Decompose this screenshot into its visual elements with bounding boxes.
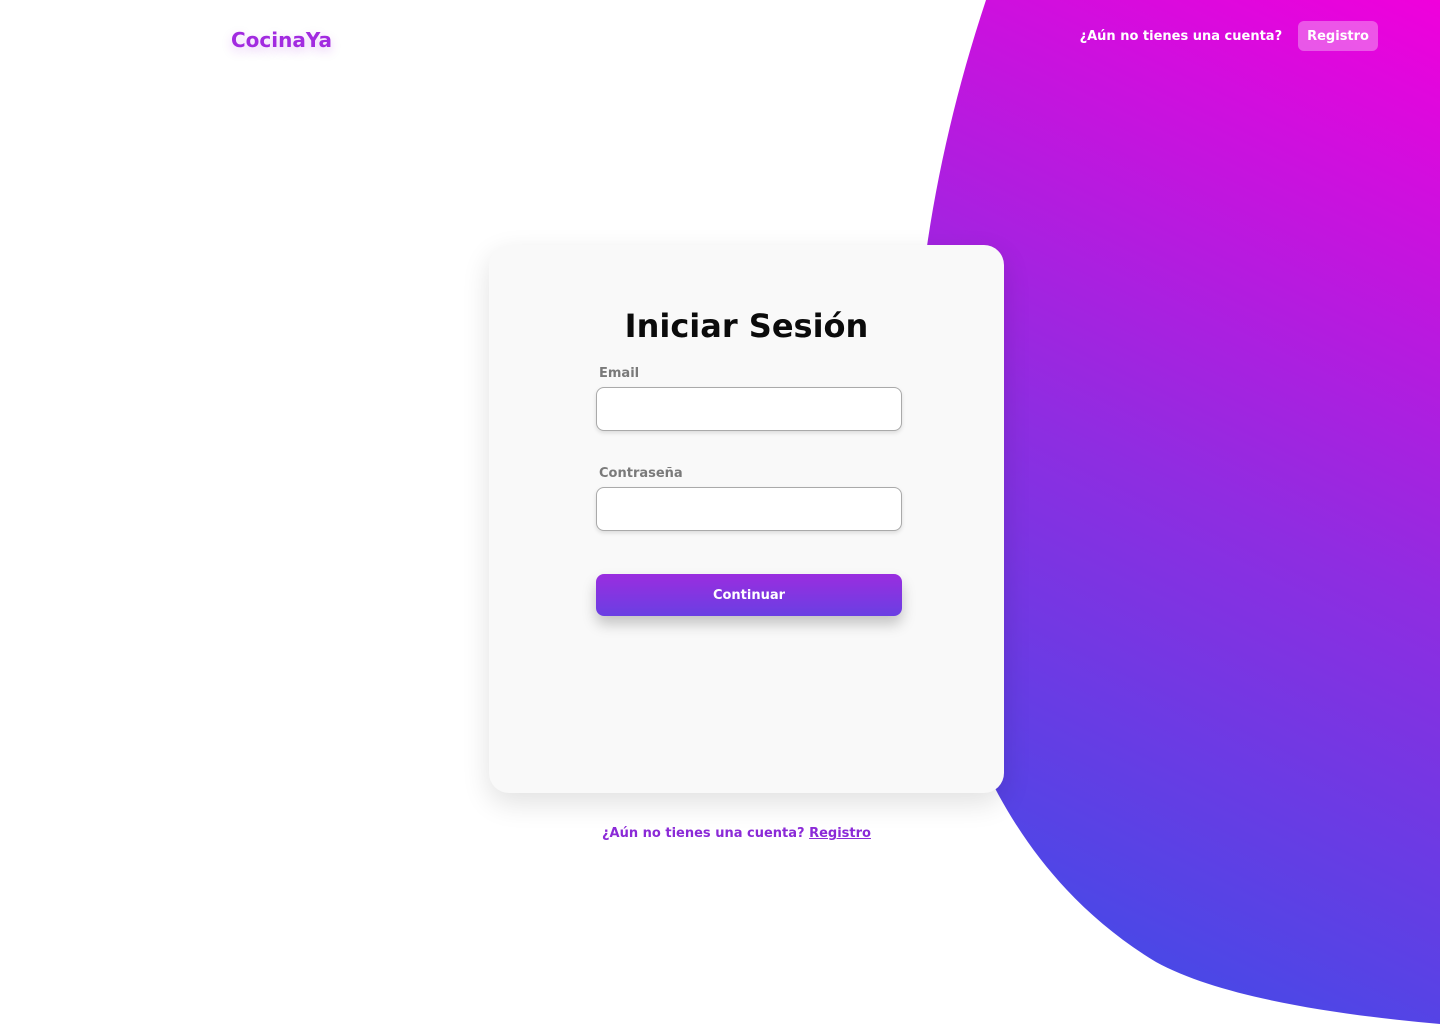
password-field[interactable] bbox=[596, 487, 902, 531]
bottom-register-link[interactable]: Registro bbox=[809, 826, 871, 841]
email-field[interactable] bbox=[596, 387, 902, 431]
top-register-button[interactable]: Registro bbox=[1298, 21, 1378, 51]
bottom-register-question: ¿Aún no tienes una cuenta? bbox=[602, 826, 805, 841]
login-title: Iniciar Sesión bbox=[624, 307, 869, 345]
top-navigation: ¿Aún no tienes una cuenta? Registro bbox=[1080, 21, 1378, 51]
continue-button[interactable]: Continuar bbox=[596, 574, 902, 616]
brand-logo[interactable]: CocinaYa bbox=[231, 28, 332, 52]
login-card: Iniciar Sesión Email Contraseña Continua… bbox=[489, 245, 1004, 793]
top-register-question: ¿Aún no tienes una cuenta? bbox=[1079, 28, 1283, 44]
email-label: Email bbox=[599, 366, 640, 381]
bottom-register-prompt: ¿Aún no tienes una cuenta? Registro bbox=[0, 826, 1440, 841]
login-page: CocinaYa ¿Aún no tienes una cuenta? Regi… bbox=[0, 0, 1440, 1024]
password-label: Contraseña bbox=[599, 466, 683, 481]
